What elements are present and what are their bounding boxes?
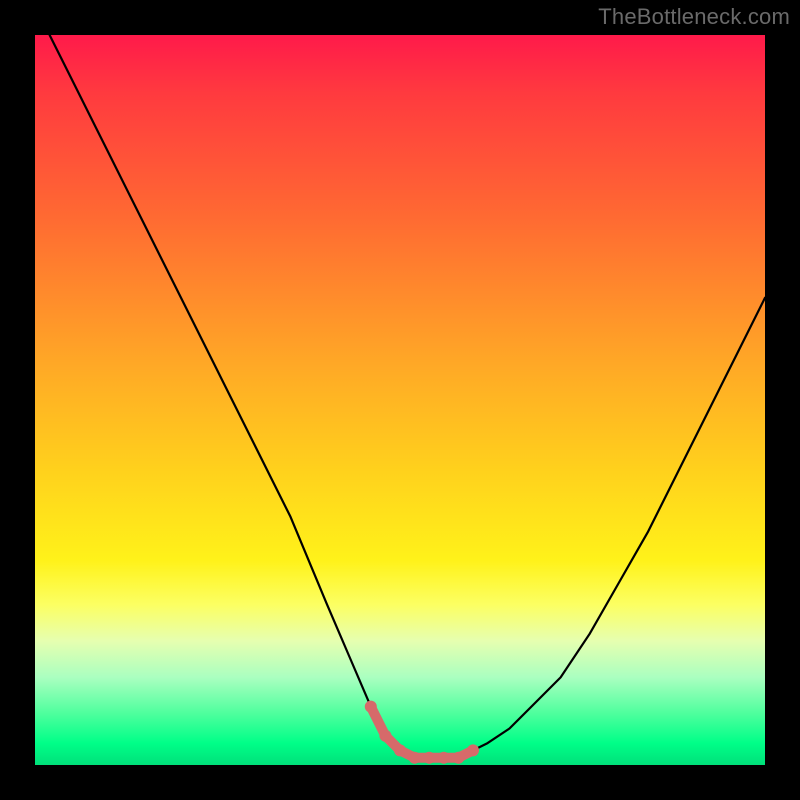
minimum-region-dot [365,701,377,713]
minimum-region-dot [423,752,435,764]
plot-area [35,35,765,765]
watermark-text: TheBottleneck.com [598,4,790,30]
minimum-region-dot [452,752,464,764]
minimum-region-dot [467,744,479,756]
chart-frame: TheBottleneck.com [0,0,800,800]
minimum-region-dot [394,744,406,756]
minimum-region-dot [379,730,391,742]
bottleneck-curve [50,35,765,758]
minimum-region-dot [409,752,421,764]
minimum-region-markers [365,701,479,764]
bottleneck-curve-path [50,35,765,758]
minimum-region-dot [438,752,450,764]
curve-svg [35,35,765,765]
